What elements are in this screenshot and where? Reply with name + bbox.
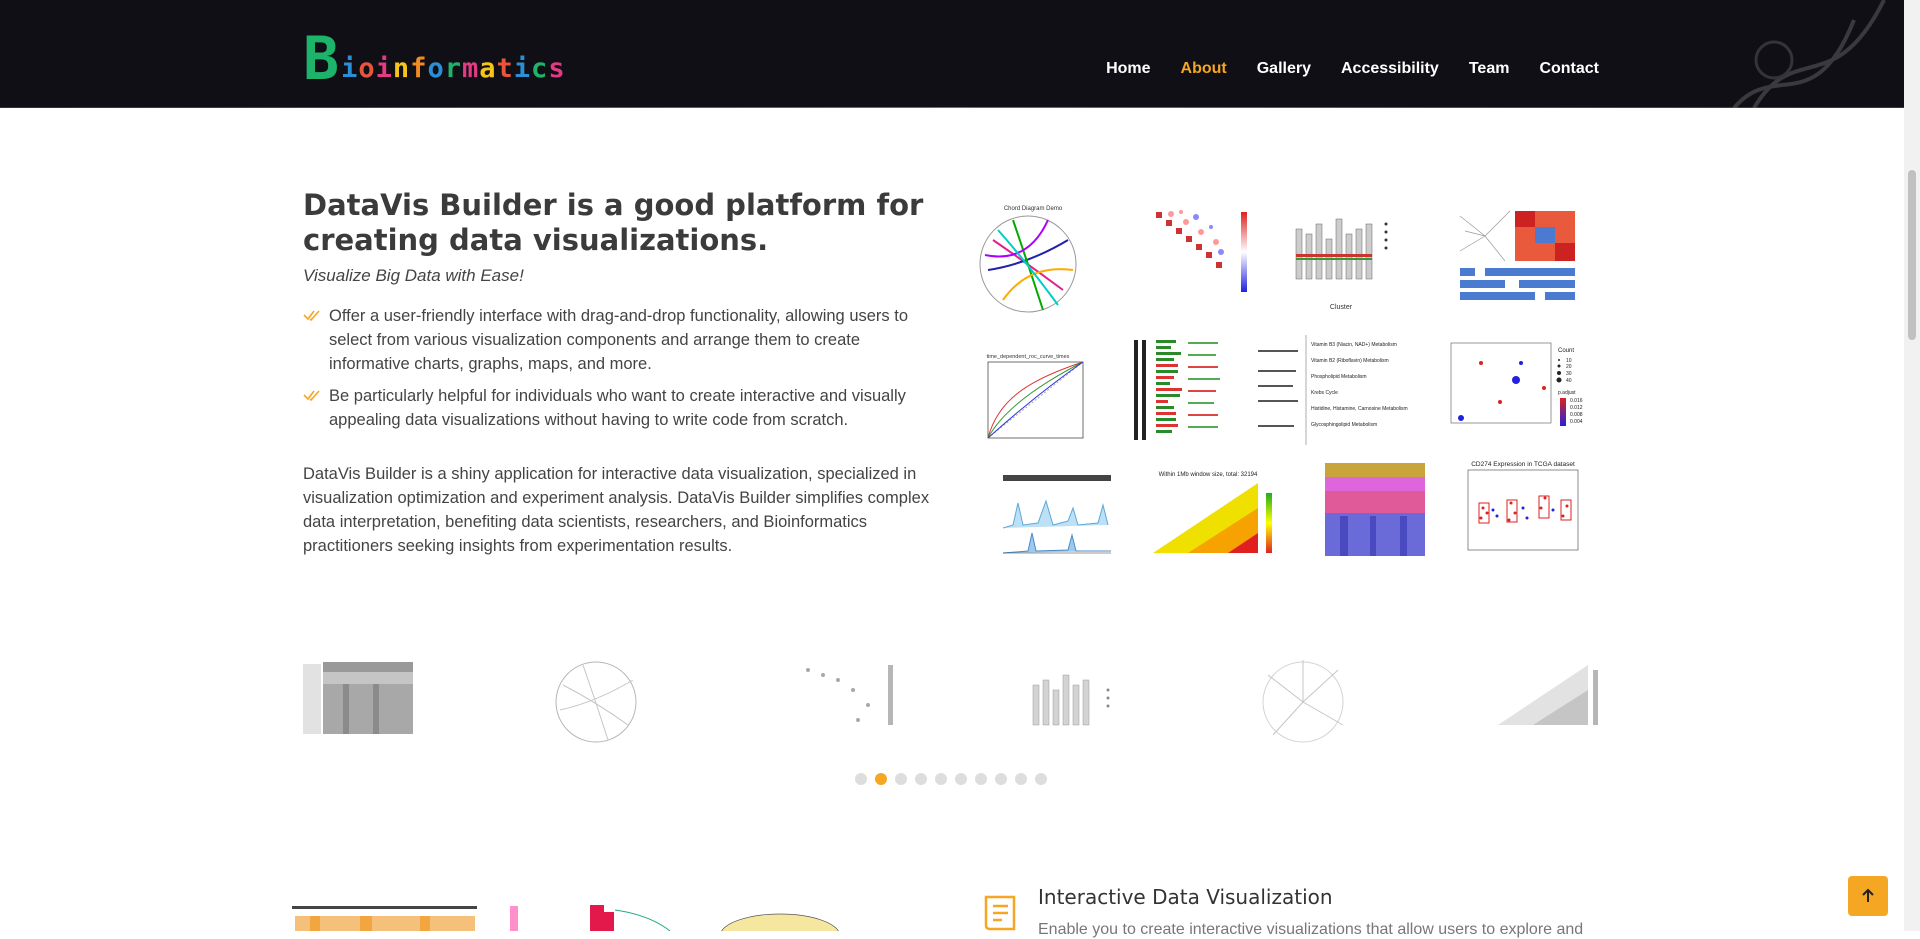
about-paragraph: DataVis Builder is a shiny application f… (303, 465, 930, 555)
pathway-label: Krebs Cycle (1311, 390, 1338, 396)
tile-label: Cluster (1330, 304, 1353, 311)
carousel-dot[interactable] (1035, 773, 1047, 785)
gene-annotation-icon[interactable] (1126, 330, 1231, 450)
legend-color-label: 0.004 (1570, 419, 1583, 425)
logo-letter: B (303, 24, 340, 94)
carousel-dot[interactable] (895, 773, 907, 785)
feature-text: Enable you to create interactive visuali… (1038, 921, 1584, 938)
logo-letter: r (444, 53, 462, 84)
header-banner-strip (0, 107, 1904, 108)
legend-color-label: 0.012 (1570, 405, 1583, 411)
logo-letter: o (358, 53, 376, 84)
roc-curve-icon[interactable]: time_dependent_roc_curve_times (968, 350, 1090, 450)
ld-triangle-icon[interactable]: Within 1Mb window size, total: 32194 (1148, 468, 1283, 563)
list-item-text: Offer a user-friendly interface with dra… (329, 307, 909, 373)
carousel-item[interactable] (1018, 650, 1138, 750)
arrow-up-icon (1862, 888, 1874, 902)
page-scrollbar[interactable] (1904, 0, 1920, 931)
nav-contact[interactable]: Contact (1539, 60, 1599, 78)
feature-list: Offer a user-friendly interface with dra… (303, 304, 943, 432)
box-jitter-icon[interactable]: CD274 Expression in TCGA dataset (1463, 458, 1583, 558)
carousel-item[interactable] (1248, 650, 1368, 750)
site-header: Bioinformatics Home About Gallery Accessibi… (0, 0, 1904, 108)
pathway-label: Glycosphingolipid Metabolism (1311, 422, 1377, 428)
logo-letter: i (375, 53, 393, 84)
logo-letter: n (392, 53, 411, 84)
clustered-heatmap-icon[interactable] (1455, 206, 1592, 312)
main-nav: Home About Gallery Accessibility Team Contact (1076, 60, 1599, 78)
bubble-plot-icon[interactable]: Count 10 20 30 40 p.adjust 0.016 0.012 0… (1446, 338, 1592, 442)
chord-diagram-icon[interactable]: Chord Diagram Demo (973, 200, 1093, 318)
nav-gallery[interactable]: Gallery (1257, 60, 1311, 78)
legend-size-label: 20 (1566, 364, 1572, 370)
legend-color-label: 0.016 (1570, 398, 1583, 404)
legend-size-label: 40 (1566, 378, 1572, 384)
nav-home[interactable]: Home (1106, 60, 1150, 78)
back-to-top-button[interactable] (1848, 876, 1888, 916)
peak-track-icon[interactable] (968, 473, 1116, 558)
nav-about[interactable]: About (1181, 60, 1227, 78)
carousel-dot[interactable] (1015, 773, 1027, 785)
carousel-dot[interactable] (975, 773, 987, 785)
nav-accessibility[interactable]: Accessibility (1341, 60, 1439, 78)
visualization-gallery-grid: Chord Diagram Demo Cluster time_dependen… (968, 188, 1592, 563)
feature-image-strip (290, 900, 850, 931)
about-title: DataVis Builder is a good platform for c… (303, 188, 924, 257)
scrollbar-thumb[interactable] (1908, 170, 1916, 340)
carousel-dot[interactable] (995, 773, 1007, 785)
tile-label: time_dependent_roc_curve_times (987, 354, 1070, 360)
gallery-carousel[interactable] (303, 650, 1598, 750)
double-check-icon (303, 310, 320, 322)
pathway-table-icon[interactable]: Vitamin B3 (Niacin, NAD+) Metabolism Vit… (1256, 330, 1426, 450)
logo-letter: o (427, 53, 445, 84)
pathway-label: Histidine, Histamine, Carnosine Metaboli… (1311, 406, 1408, 412)
carousel-item[interactable] (788, 650, 908, 750)
carousel-dot[interactable] (855, 773, 867, 785)
pathway-label: Vitamin B2 (Riboflavin) Metabolism (1311, 358, 1389, 364)
logo-letter: t (496, 53, 514, 84)
feature-title: Interactive Data Visualization (1038, 885, 1333, 909)
list-item: Offer a user-friendly interface with dra… (303, 304, 943, 376)
site-logo[interactable]: Bioinformatics (303, 24, 566, 94)
double-check-icon (303, 390, 320, 402)
logo-letter: f (410, 53, 428, 84)
correlation-heatmap-icon[interactable] (1126, 192, 1256, 312)
logo-letter: i (341, 53, 359, 84)
document-icon (984, 895, 1016, 931)
carousel-dot[interactable] (955, 773, 967, 785)
legend-color-label: 0.008 (1570, 412, 1583, 418)
logo-letter: c (531, 53, 549, 84)
carousel-item[interactable] (548, 650, 668, 750)
carousel-dot[interactable] (875, 773, 887, 785)
pathway-label: Phospholipid Metabolism (1311, 374, 1367, 380)
logo-letter: i (513, 53, 532, 84)
logo-letter: m (461, 53, 480, 84)
about-subtitle: Visualize Big Data with Ease! (303, 266, 524, 285)
logo-letter: s (548, 53, 566, 84)
list-item-text: Be particularly helpful for individuals … (329, 387, 906, 429)
tile-label: Chord Diagram Demo (1004, 206, 1063, 212)
expression-heatmap-icon[interactable] (1320, 461, 1430, 558)
carousel-item[interactable] (1493, 650, 1613, 750)
carousel-pagination (855, 773, 1047, 785)
tile-label: CD274 Expression in TCGA dataset (1471, 461, 1575, 468)
carousel-dot[interactable] (915, 773, 927, 785)
list-item: Be particularly helpful for individuals … (303, 384, 943, 432)
dna-helix-decoration-icon (1732, 0, 1886, 108)
about-section: DataVis Builder is a good platform for c… (303, 188, 943, 558)
carousel-dot[interactable] (935, 773, 947, 785)
legend-size-label: 30 (1566, 371, 1572, 377)
nav-team[interactable]: Team (1469, 60, 1510, 78)
legend-title: Count (1558, 348, 1574, 354)
pathway-label: Vitamin B3 (Niacin, NAD+) Metabolism (1311, 342, 1397, 348)
boxplot-cluster-icon[interactable]: Cluster (1276, 194, 1414, 314)
tile-label: Within 1Mb window size, total: 32194 (1159, 472, 1258, 478)
legend-color-title: p.adjust (1558, 390, 1576, 396)
logo-letter: a (479, 53, 497, 84)
carousel-item[interactable] (303, 650, 423, 750)
